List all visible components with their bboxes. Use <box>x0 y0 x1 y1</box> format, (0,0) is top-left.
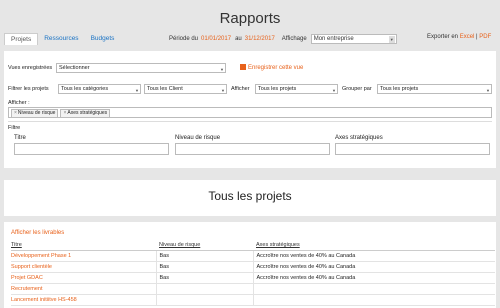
project-axes: Accroître nos ventes de 40% au Canada <box>252 261 495 273</box>
filter-axes-input[interactable] <box>335 143 490 155</box>
table-row: Développement Phase 1 Bas Accroître nos … <box>11 250 495 262</box>
period-from-date[interactable]: 01/01/2017 <box>201 36 231 42</box>
filter-risk-label: Niveau de risque <box>175 135 221 141</box>
report-tabs: Projets Ressources Budgets <box>4 33 120 45</box>
saved-views-value: Sélectionner <box>59 65 90 71</box>
save-view-label: Enregistrer cette vue <box>248 65 304 71</box>
project-title-link[interactable]: Développement Phase 1 <box>11 250 156 262</box>
column-header-title[interactable]: Titre <box>11 240 156 251</box>
project-title-link[interactable]: Projet GDAC <box>11 272 156 284</box>
tab-projets[interactable]: Projets <box>4 33 39 45</box>
filters-panel: Vues enregistrées Sélectionner ▼ Enregis… <box>4 51 496 168</box>
filter-label: Filtre <box>8 125 21 131</box>
table-row: Lancement initiitve HS-458 <box>11 294 495 306</box>
filter-title-label: Titre <box>14 135 26 141</box>
period-to-label: au <box>235 36 242 42</box>
display-columns-label: Afficher : <box>8 100 30 106</box>
export-separator: | <box>476 34 478 40</box>
column-header-risk[interactable]: Niveau de risque <box>156 240 253 251</box>
period-label: Période du <box>169 36 199 42</box>
period-to-date[interactable]: 31/12/2017 <box>245 36 275 42</box>
saved-views-select[interactable]: Sélectionner ▼ <box>56 63 226 73</box>
export-group: Exporter en Excel | PDF <box>427 34 491 40</box>
show-value: Tous les projets <box>258 86 297 92</box>
chevron-down-icon: ▼ <box>388 36 395 43</box>
display-select-value: Mon entreprise <box>313 36 354 42</box>
project-title-link[interactable]: Support clientèle <box>11 261 156 273</box>
table-header-row: Titre Niveau de risque Axes stratégiques <box>11 240 495 251</box>
project-risk <box>155 294 253 306</box>
chevron-down-icon: ▼ <box>135 88 139 93</box>
group-by-label: Grouper par <box>342 86 372 92</box>
project-title-link[interactable]: Recrutement <box>11 283 156 295</box>
tab-ressources[interactable]: Ressources <box>38 33 84 45</box>
show-deliverables-link[interactable]: Afficher les livrables <box>11 230 64 236</box>
display-columns-field[interactable]: ×Niveau de risque ×Axes stratégiques <box>8 107 492 118</box>
table-row: Recrutement <box>11 283 495 295</box>
remove-chip-icon[interactable]: × <box>63 110 66 116</box>
filter-projects-label: Filtrer les projets <box>8 86 49 92</box>
column-header-axes[interactable]: Axes stratégiques <box>253 240 495 251</box>
project-axes: Accroître nos ventes de 40% au Canada <box>252 250 495 262</box>
save-view-button[interactable]: Enregistrer cette vue <box>240 64 303 71</box>
clients-value: Tous les Client <box>147 86 183 92</box>
project-axes: Accroître nos ventes de 40% au Canada <box>252 272 495 284</box>
export-label: Exporter en <box>427 34 459 40</box>
section-header-panel: Tous les projets <box>4 180 496 216</box>
column-chip: ×Axes stratégiques <box>60 109 111 118</box>
remove-chip-icon[interactable]: × <box>14 110 17 116</box>
project-axes <box>252 283 495 295</box>
project-risk <box>155 283 253 295</box>
period-selector: Période du 01/01/2017 au 31/12/2017 Affi… <box>169 34 397 44</box>
section-title: Tous les projets <box>208 189 292 203</box>
column-chip-label: Niveau de risque <box>17 110 56 116</box>
project-risk: Bas <box>155 261 253 273</box>
clients-select[interactable]: Tous les Client ▼ <box>144 84 227 94</box>
tab-budgets[interactable]: Budgets <box>85 33 121 45</box>
chevron-down-icon: ▼ <box>220 67 224 72</box>
project-axes <box>252 294 495 306</box>
table-row: Projet GDAC Bas Accroître nos ventes de … <box>11 272 495 284</box>
column-chip: ×Niveau de risque <box>11 109 59 118</box>
categories-select[interactable]: Tous les catégories ▼ <box>58 84 141 94</box>
group-by-value: Tous les projets <box>380 86 419 92</box>
filter-axes-label: Axes stratégiques <box>335 135 383 141</box>
saved-views-label: Vues enregistrées <box>8 65 53 71</box>
export-excel-link[interactable]: Excel <box>460 34 475 40</box>
chevron-down-icon: ▼ <box>332 88 336 93</box>
group-by-select[interactable]: Tous les projets ▼ <box>377 84 492 94</box>
export-pdf-link[interactable]: PDF <box>479 34 491 40</box>
chevron-down-icon: ▼ <box>486 88 490 93</box>
filter-risk-input[interactable] <box>175 143 330 155</box>
save-icon <box>240 64 246 70</box>
show-select[interactable]: Tous les projets ▼ <box>255 84 338 94</box>
column-chip-label: Axes stratégiques <box>67 110 108 116</box>
table-row: Support clientèle Bas Accroître nos vent… <box>11 261 495 273</box>
display-label: Affichage <box>281 36 307 42</box>
divider <box>8 121 492 122</box>
project-title-link[interactable]: Lancement initiitve HS-458 <box>11 294 156 306</box>
filter-title-input[interactable] <box>14 143 169 155</box>
project-risk: Bas <box>155 272 253 284</box>
show-label: Afficher <box>231 86 250 92</box>
categories-value: Tous les catégories <box>61 86 109 92</box>
project-risk: Bas <box>155 250 253 262</box>
page-title: Rapports <box>219 10 281 27</box>
display-select[interactable]: Mon entreprise ▼ <box>310 34 397 44</box>
results-panel: Afficher les livrables Titre Niveau de r… <box>4 222 496 308</box>
chevron-down-icon: ▼ <box>221 88 225 93</box>
projects-table: Titre Niveau de risque Axes stratégiques… <box>11 240 495 306</box>
